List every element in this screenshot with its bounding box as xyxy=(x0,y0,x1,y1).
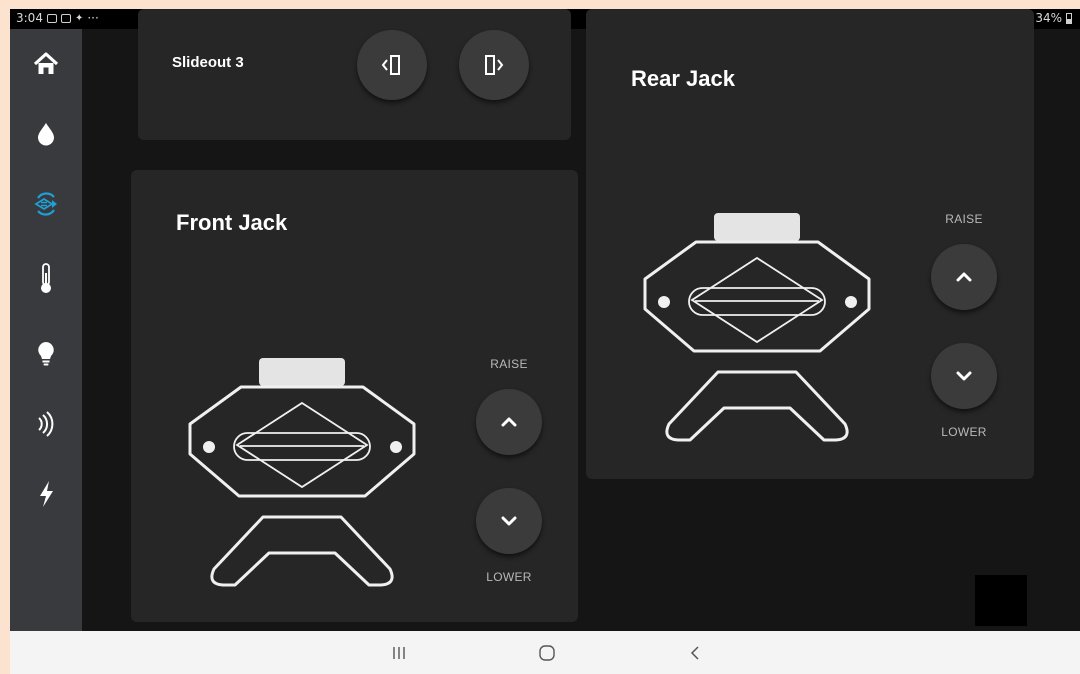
front-jack-icon xyxy=(188,358,416,587)
rear-jack-icon xyxy=(643,213,871,442)
slideout-card: Slideout 3 xyxy=(138,9,571,140)
home-button[interactable] xyxy=(517,631,577,674)
tablet-screen: 3:04 ✦ ··· ✕ 34% xyxy=(10,9,1080,674)
slideout-title: Slideout 3 xyxy=(172,54,244,71)
lightbulb-icon xyxy=(38,342,54,366)
sidebar xyxy=(10,29,82,631)
recent-apps-icon xyxy=(393,646,405,659)
rear-jack-raise-label: RAISE xyxy=(945,212,983,226)
sidebar-item-lighting[interactable] xyxy=(10,329,82,379)
overflow-indicator: ··· xyxy=(87,11,99,25)
rear-jack-lower-button[interactable] xyxy=(931,343,997,409)
gallery-icon xyxy=(60,13,71,23)
front-jack-raise-button[interactable] xyxy=(476,389,542,455)
lightning-icon xyxy=(40,481,53,507)
sidebar-item-signal[interactable] xyxy=(10,399,82,449)
slideout-extend-button[interactable] xyxy=(459,30,529,100)
chevron-down-icon xyxy=(956,371,972,381)
battery-icon xyxy=(1066,12,1072,24)
chevron-down-icon xyxy=(501,516,517,526)
slide-out-icon xyxy=(485,55,504,75)
front-jack-title: Front Jack xyxy=(176,210,288,235)
main-content: Slideout 3 Front Jack RAISE LOWER Rear J… xyxy=(82,9,1080,631)
front-jack-lower-label: LOWER xyxy=(486,570,532,584)
battery-level: 34% xyxy=(1035,11,1062,25)
signal-waves-icon xyxy=(38,411,54,437)
sidebar-item-temperature[interactable] xyxy=(10,254,82,304)
chevron-up-icon xyxy=(501,417,517,427)
black-overlay xyxy=(975,575,1027,626)
water-drop-icon xyxy=(38,123,54,146)
home-circle-icon xyxy=(539,644,555,661)
dropbox-icon: ✦ xyxy=(74,12,84,24)
front-jack-card: Front Jack RAISE LOWER xyxy=(131,170,578,622)
rear-jack-lower-label: LOWER xyxy=(941,425,987,439)
slide-in-icon xyxy=(381,55,400,75)
sidebar-item-water[interactable] xyxy=(10,109,82,159)
notification-icon xyxy=(46,13,57,23)
thermometer-icon xyxy=(41,263,51,293)
chevron-up-icon xyxy=(956,272,972,282)
sidebar-item-home[interactable] xyxy=(10,39,82,89)
recent-apps-button[interactable] xyxy=(369,631,429,674)
sidebar-item-leveling[interactable] xyxy=(10,179,82,229)
home-icon xyxy=(33,52,59,74)
front-jack-raise-label: RAISE xyxy=(490,357,528,371)
rear-jack-card: Rear Jack RAISE LOWER xyxy=(586,9,1034,479)
status-time: 3:04 xyxy=(16,11,43,25)
rear-jack-raise-button[interactable] xyxy=(931,244,997,310)
sidebar-item-power[interactable] xyxy=(10,469,82,519)
rear-jack-title: Rear Jack xyxy=(631,66,735,91)
back-icon xyxy=(690,645,699,660)
back-button[interactable] xyxy=(665,631,725,674)
front-jack-lower-button[interactable] xyxy=(476,488,542,554)
leveling-icon xyxy=(34,192,57,216)
slideout-retract-button[interactable] xyxy=(357,30,427,100)
system-nav-bar xyxy=(10,631,1080,674)
